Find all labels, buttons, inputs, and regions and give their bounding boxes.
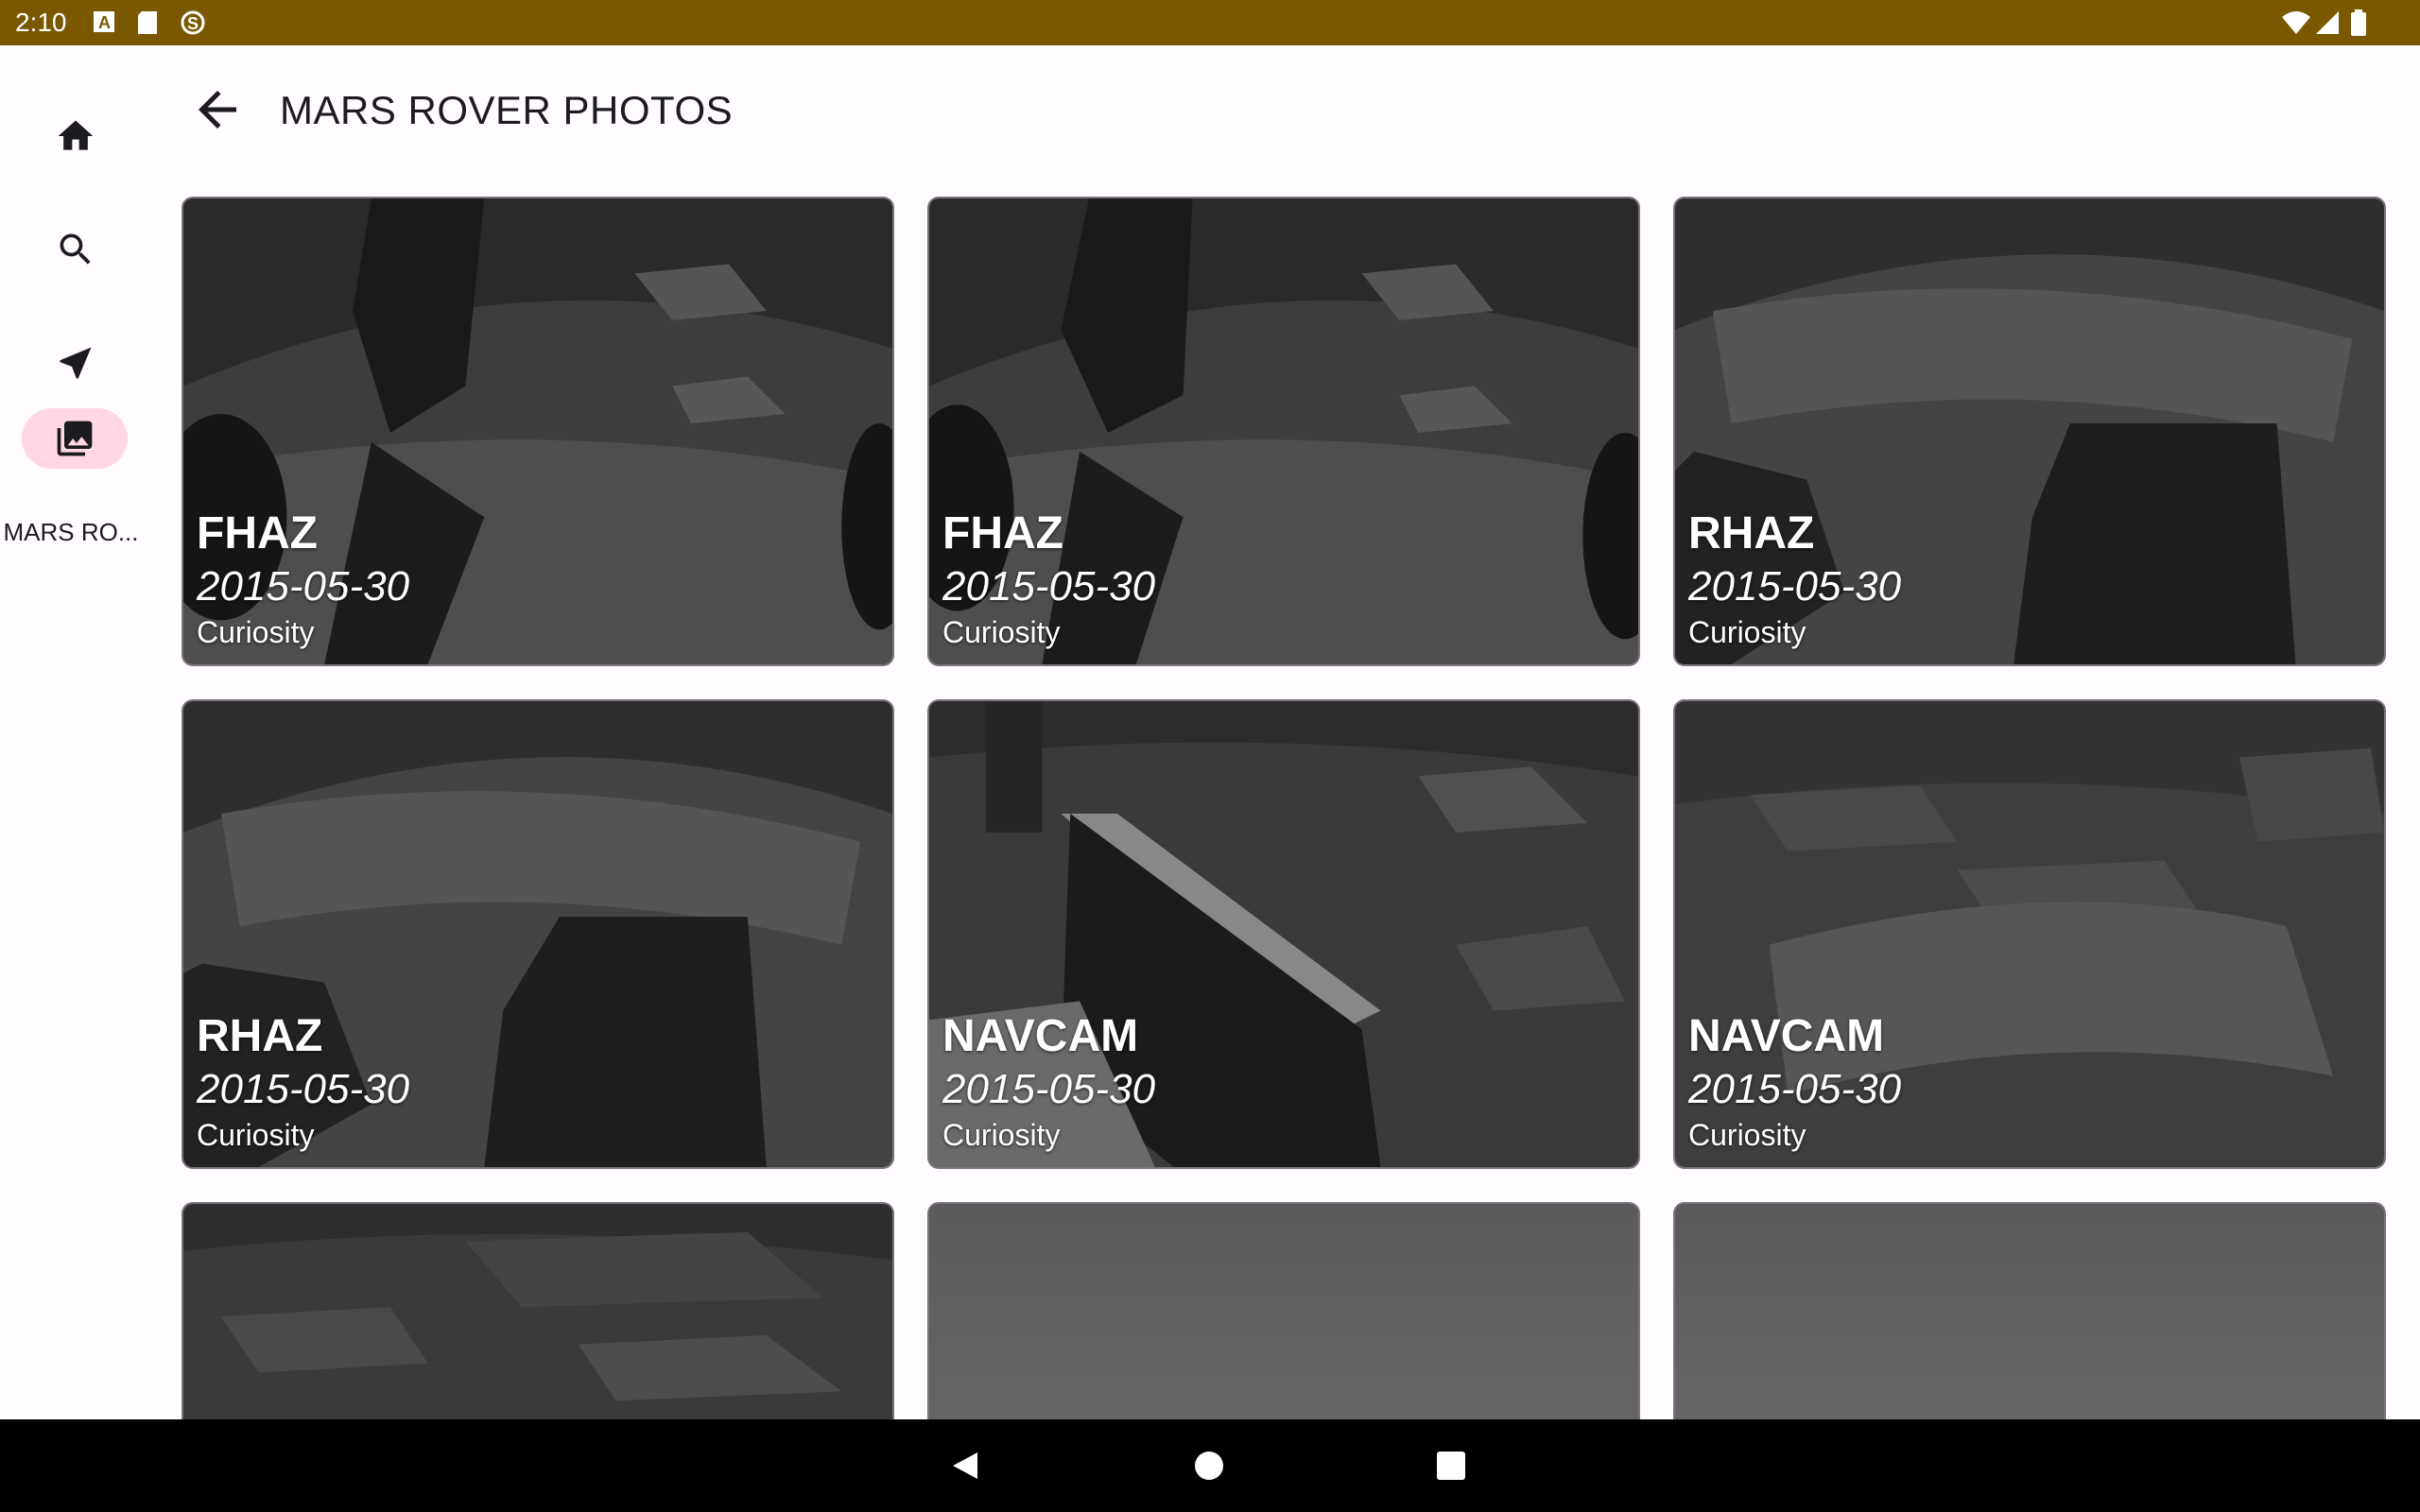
- photo-card[interactable]: FHAZ 2015-05-30 Curiosity: [927, 197, 1640, 666]
- home-nav-icon[interactable]: [1195, 1452, 1223, 1480]
- status-time: 2:10: [15, 8, 67, 37]
- back-arrow-icon[interactable]: [189, 81, 246, 138]
- camera-name: NAVCAM: [942, 1011, 1139, 1061]
- recents-nav-icon[interactable]: [1437, 1452, 1465, 1480]
- selected-indicator: [22, 408, 128, 469]
- signal-icon: [2316, 11, 2339, 34]
- rover-name: Curiosity: [1688, 1118, 1806, 1152]
- wifi-icon: [2282, 11, 2310, 34]
- rover-name: Curiosity: [1688, 615, 1806, 649]
- photo-card-loading[interactable]: [1673, 1202, 2386, 1429]
- photo-card-loading[interactable]: [927, 1202, 1640, 1429]
- rail-item-home[interactable]: [0, 93, 151, 178]
- photo-caption: FHAZ 2015-05-30 Curiosity: [942, 507, 1155, 651]
- photo-card[interactable]: NAVCAM 2015-05-30 Curiosity: [1673, 699, 2386, 1169]
- navigation-icon: [60, 347, 92, 379]
- search-icon: [60, 233, 91, 265]
- status-bar: 2:10 A S: [0, 0, 2420, 45]
- photo-card[interactable]: FHAZ 2015-05-30 Curiosity: [182, 197, 894, 666]
- system-navigation-bar: [0, 1419, 2420, 1512]
- camera-name: FHAZ: [942, 508, 1063, 558]
- camera-name: RHAZ: [197, 1011, 323, 1061]
- back-nav-icon[interactable]: [951, 1451, 979, 1481]
- navigation-rail: MARS RO...: [0, 45, 151, 1419]
- sync-icon: S: [181, 10, 205, 35]
- sd-card-icon: [138, 11, 157, 34]
- photo-caption: FHAZ 2015-05-30 Curiosity: [197, 507, 409, 651]
- photo-date: 2015-05-30: [942, 563, 1156, 610]
- photo-caption: RHAZ 2015-05-30 Curiosity: [1688, 507, 1901, 651]
- photo-date: 2015-05-30: [197, 1066, 410, 1112]
- page-title: MARS ROVER PHOTOS: [280, 88, 734, 132]
- keyboard-notification-icon: A: [94, 11, 114, 32]
- rover-photo: [183, 1204, 892, 1429]
- rover-name: Curiosity: [197, 615, 315, 649]
- home-icon: [58, 120, 94, 150]
- rover-name: Curiosity: [197, 1118, 315, 1152]
- rail-item-search[interactable]: [0, 206, 151, 291]
- top-app-bar: MARS ROVER PHOTOS: [151, 45, 2420, 168]
- photo-date: 2015-05-30: [197, 563, 410, 610]
- photo-caption: RHAZ 2015-05-30 Curiosity: [197, 1010, 409, 1154]
- camera-name: NAVCAM: [1688, 1011, 1885, 1061]
- rover-name: Curiosity: [942, 1118, 1061, 1152]
- photo-caption: NAVCAM 2015-05-30 Curiosity: [942, 1010, 1155, 1154]
- svg-text:A: A: [98, 13, 111, 32]
- photo-card[interactable]: [182, 1202, 894, 1429]
- photo-card[interactable]: NAVCAM 2015-05-30 Curiosity: [927, 699, 1640, 1169]
- photo-card[interactable]: RHAZ 2015-05-30 Curiosity: [1673, 197, 2386, 666]
- camera-name: RHAZ: [1688, 508, 1815, 558]
- battery-icon: [2351, 9, 2366, 36]
- rail-item-navigation[interactable]: [0, 319, 151, 404]
- photo-library-icon: [57, 421, 93, 456]
- svg-text:S: S: [187, 14, 199, 33]
- photo-date: 2015-05-30: [1688, 1066, 1902, 1112]
- photo-card[interactable]: RHAZ 2015-05-30 Curiosity: [182, 699, 894, 1169]
- photo-date: 2015-05-30: [942, 1066, 1156, 1112]
- camera-name: FHAZ: [197, 508, 318, 558]
- rover-name: Curiosity: [942, 615, 1061, 649]
- photo-caption: NAVCAM 2015-05-30 Curiosity: [1688, 1010, 1901, 1154]
- photo-date: 2015-05-30: [1688, 563, 1902, 610]
- rail-item-label: MARS RO...: [3, 518, 139, 546]
